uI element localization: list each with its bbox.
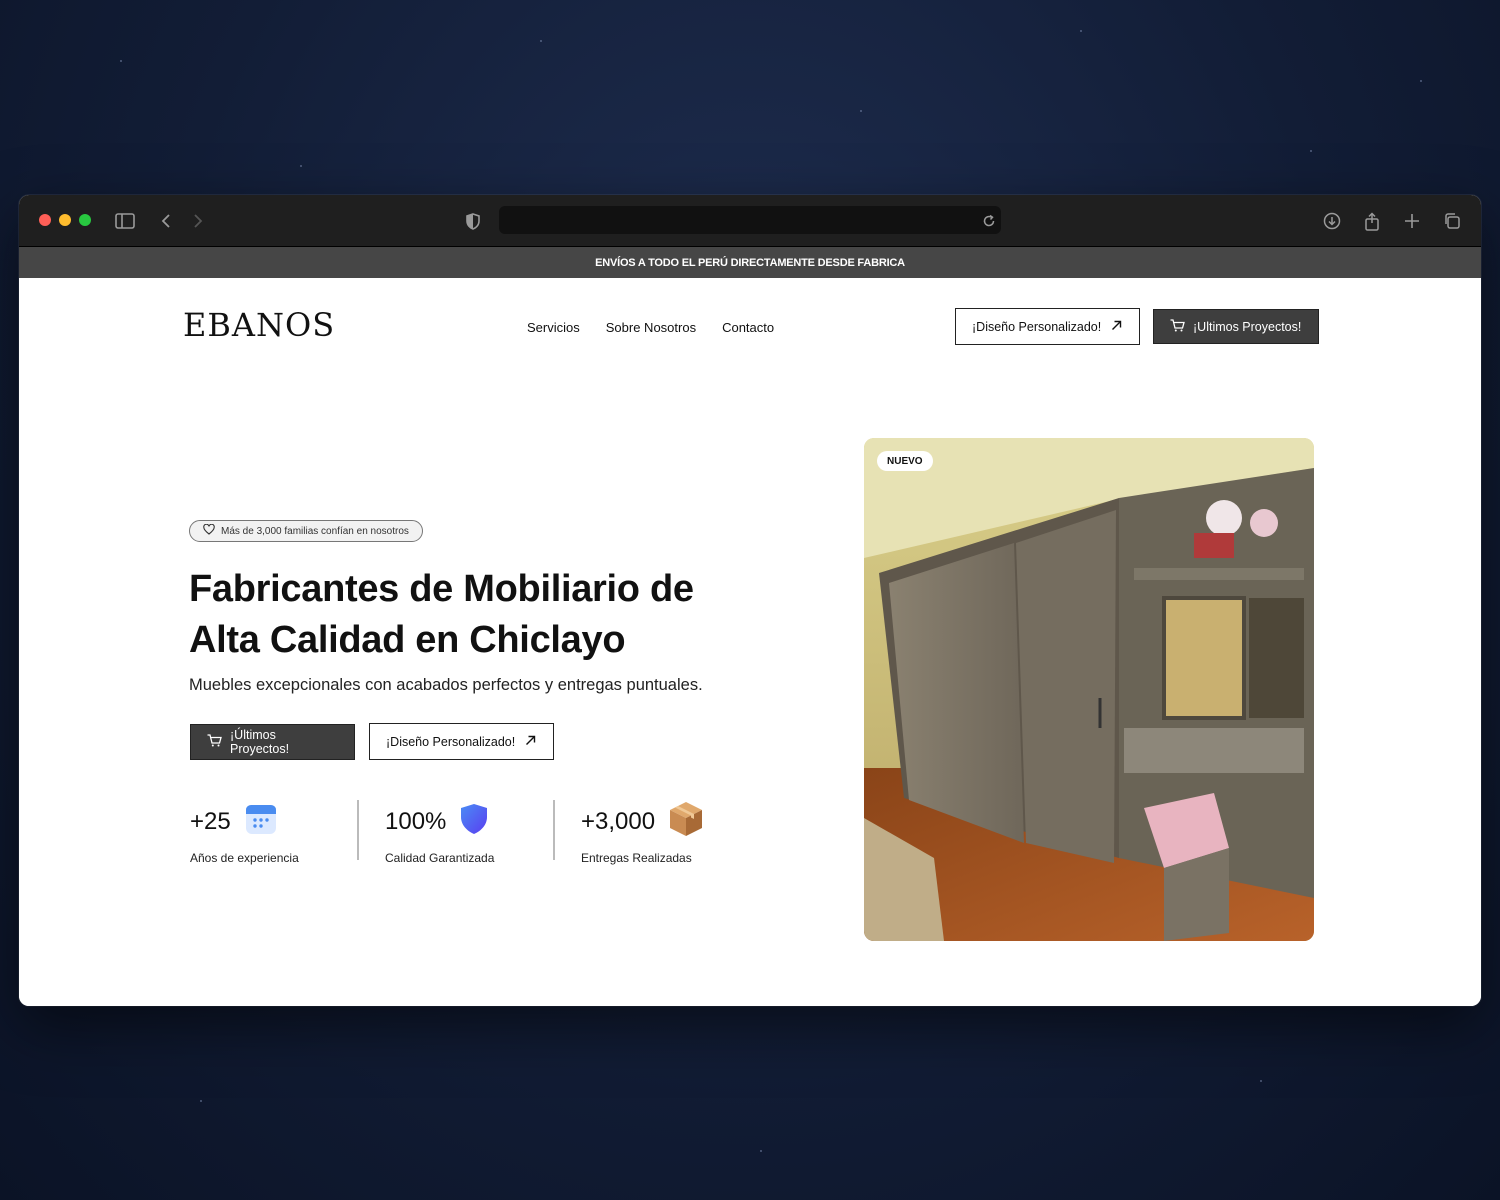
header-custom-design-label: ¡Diseño Personalizado! <box>972 319 1102 334</box>
heart-icon <box>203 523 215 538</box>
stat-quality-label: Calidad Garantizada <box>385 851 495 865</box>
maximize-window-button[interactable] <box>79 214 91 226</box>
nav-sobre-nosotros[interactable]: Sobre Nosotros <box>606 320 696 335</box>
image-badge-nuevo: NUEVO <box>877 451 933 471</box>
stat-experience-label: Años de experiencia <box>190 851 299 865</box>
stat-experience-value: +25 <box>190 808 231 835</box>
site-logo[interactable]: EBANOS <box>183 306 335 344</box>
stat-quality-value: 100% <box>385 808 447 835</box>
arrow-up-right-icon <box>525 735 536 749</box>
reload-icon[interactable] <box>976 208 1002 234</box>
stat-deliveries-label: Entregas Realizadas <box>581 851 692 865</box>
header-custom-design-button[interactable]: ¡Diseño Personalizado! <box>955 308 1140 345</box>
arrow-up-right-icon <box>1111 320 1122 334</box>
browser-window: ENVÍOS A TODO EL PERÚ DIRECTAMENTE DESDE… <box>19 195 1481 1006</box>
hero-custom-design-label: ¡Diseño Personalizado! <box>386 734 516 749</box>
address-bar[interactable] <box>499 206 1001 234</box>
stat-experience: +25 Años de experiencia <box>190 804 299 865</box>
package-icon <box>669 801 703 844</box>
hero-title-line-1: Fabricantes de Mobiliario de <box>189 568 694 610</box>
nav-contacto[interactable]: Contacto <box>722 320 774 335</box>
stat-deliveries: +3,000 Entregas Realizadas <box>581 801 703 865</box>
main-nav: Servicios Sobre Nosotros Contacto <box>527 320 774 335</box>
hero-image: NUEVO <box>864 438 1314 941</box>
download-icon[interactable] <box>1319 208 1345 234</box>
back-icon[interactable] <box>153 208 179 234</box>
header-projects-button[interactable]: ¡Ultimos Proyectos! <box>1153 309 1319 344</box>
trust-badge-text: Más de 3,000 familias confían en nosotro… <box>221 525 409 537</box>
hero-subtitle: Muebles excepcionales con acabados perfe… <box>189 676 703 694</box>
new-tab-icon[interactable] <box>1399 208 1425 234</box>
calendar-icon <box>245 803 277 842</box>
hero-title-line-2: Alta Calidad en Chiclayo <box>189 619 626 661</box>
stat-deliveries-value: +3,000 <box>581 808 656 835</box>
stat-divider <box>553 800 555 860</box>
forward-icon[interactable] <box>185 208 211 234</box>
promo-banner: ENVÍOS A TODO EL PERÚ DIRECTAMENTE DESDE… <box>19 247 1481 278</box>
share-icon[interactable] <box>1359 208 1385 234</box>
trust-badge: Más de 3,000 familias confían en nosotro… <box>189 520 423 542</box>
sidebar-icon[interactable] <box>112 208 138 234</box>
page-content: EBANOS Servicios Sobre Nosotros Contacto… <box>19 278 1481 1006</box>
hero-title: Fabricantes de Mobiliario de Alta Calida… <box>189 564 749 666</box>
privacy-shield-icon[interactable] <box>460 208 486 234</box>
stat-divider <box>357 800 359 860</box>
hero-custom-design-button[interactable]: ¡Diseño Personalizado! <box>369 723 554 760</box>
browser-toolbar <box>19 195 1481 247</box>
tab-overview-icon[interactable] <box>1439 208 1465 234</box>
cart-icon <box>207 734 222 750</box>
wardrobe-photo <box>864 438 1314 941</box>
header-projects-label: ¡Ultimos Proyectos! <box>1193 319 1302 334</box>
hero-projects-label: ¡Últimos Proyectos! <box>230 728 290 756</box>
hero-projects-button[interactable]: ¡Últimos Proyectos! <box>190 724 355 760</box>
cart-icon <box>1170 318 1185 335</box>
close-window-button[interactable] <box>39 214 51 226</box>
shield-icon <box>460 803 488 842</box>
stat-quality: 100% Calidad Garantizada <box>385 803 495 865</box>
nav-servicios[interactable]: Servicios <box>527 320 580 335</box>
minimize-window-button[interactable] <box>59 214 71 226</box>
